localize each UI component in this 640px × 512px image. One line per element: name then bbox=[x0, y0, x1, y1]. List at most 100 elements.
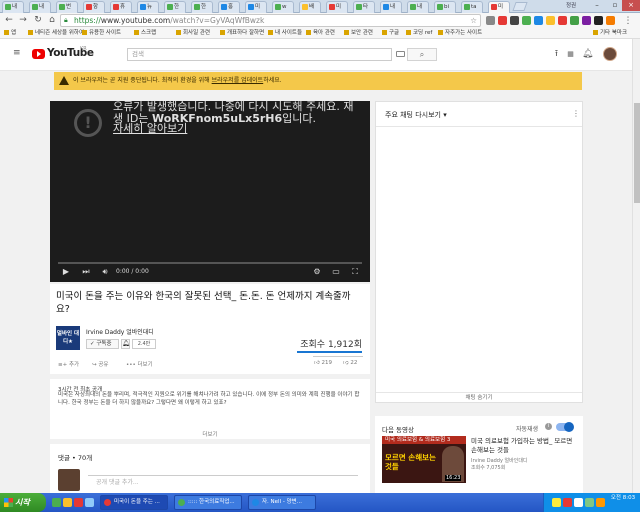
bookmark-item[interactable]: 네티즌 세상을 위하여 bbox=[28, 28, 84, 39]
quicklaunch-icon[interactable] bbox=[52, 498, 61, 507]
extension-icon[interactable] bbox=[534, 16, 543, 25]
bookmark-item[interactable]: 기타 북마크 bbox=[593, 28, 627, 39]
hide-chat-button[interactable]: 채팅 숨기기 bbox=[376, 392, 582, 403]
extension-icon[interactable] bbox=[486, 16, 495, 25]
bookmark-item[interactable]: 코딩 ref bbox=[406, 28, 432, 39]
more-actions-button[interactable]: ••• 더보기 bbox=[126, 360, 153, 368]
apps-grid-icon[interactable]: ▦ bbox=[565, 49, 576, 60]
more-vert-icon[interactable]: ⋮ bbox=[572, 109, 580, 118]
update-browser-link[interactable]: 브라우저를 업데이트 bbox=[212, 77, 264, 84]
notifications-bell-icon[interactable]: 🔔︎ bbox=[582, 49, 593, 60]
home-icon[interactable]: ⌂ bbox=[46, 14, 58, 26]
chrome-icon[interactable] bbox=[74, 498, 83, 507]
progress-bar[interactable] bbox=[58, 262, 362, 264]
bookmark-item[interactable]: 유용한 사이트 bbox=[82, 28, 121, 39]
video-player[interactable]: ! 오류가 발생했습니다. 나중에 다시 시도해 주세요. 재생 ID는 WoR… bbox=[50, 101, 370, 282]
browser-tab[interactable]: 내 bbox=[29, 1, 51, 13]
subscription-bell-icon[interactable]: 🔔︎ bbox=[121, 339, 130, 349]
comment-input[interactable]: 공개 댓글 추가... bbox=[96, 477, 139, 486]
search-input[interactable]: 검색 bbox=[127, 48, 392, 61]
reload-icon[interactable]: ↻ bbox=[32, 14, 44, 26]
bookmark-item[interactable]: 자주가는 사이트 bbox=[438, 28, 482, 39]
minimize-button[interactable]: – bbox=[588, 0, 606, 11]
bookmark-item[interactable]: 스크랩 bbox=[134, 28, 156, 39]
back-icon[interactable]: ← bbox=[3, 14, 15, 26]
browser-tab[interactable]: 미 bbox=[326, 1, 348, 13]
menu-icon[interactable]: ⋮ bbox=[622, 15, 634, 27]
channel-avatar[interactable]: 얼바인 대디★ bbox=[56, 326, 80, 350]
bookmark-item[interactable]: 보안 관련 bbox=[344, 28, 373, 39]
browser-tab[interactable]: 내 bbox=[380, 1, 402, 13]
tray-icon[interactable] bbox=[596, 498, 605, 507]
like-button[interactable]: 👍︎ 219 bbox=[314, 360, 332, 366]
channel-name[interactable]: Irvine Daddy 얼바인대디 bbox=[86, 327, 154, 336]
volume-icon[interactable]: 🔊︎ bbox=[100, 267, 110, 277]
miniplayer-icon[interactable]: ▭ bbox=[331, 267, 341, 277]
bookmark-item[interactable]: 회사일 관련 bbox=[176, 28, 210, 39]
search-button[interactable]: ⌕ bbox=[407, 48, 437, 61]
browser-tab[interactable]: 번 bbox=[56, 1, 78, 13]
browser-tab[interactable]: 타 bbox=[353, 1, 375, 13]
browser-tab[interactable]: w bbox=[272, 1, 294, 13]
next-icon[interactable]: ⏭ bbox=[81, 267, 91, 277]
chat-mode-dropdown[interactable]: 주요 채팅 다시보기 ▾ bbox=[385, 110, 447, 120]
download-icon[interactable] bbox=[594, 16, 603, 25]
bookmark-item[interactable]: 내 사이트들 bbox=[268, 28, 302, 39]
browser-tab[interactable]: bi bbox=[434, 1, 456, 13]
youtube-extension-icon[interactable] bbox=[498, 16, 507, 25]
show-more-button[interactable]: 더보기 bbox=[50, 430, 370, 438]
close-window-button[interactable]: × bbox=[622, 0, 640, 11]
add-to-playlist-button[interactable]: ≡+ 추가 bbox=[58, 360, 79, 368]
profile-label[interactable]: 정권 bbox=[566, 1, 588, 11]
up-next-title[interactable]: 미국 의료보험 가입하는 방법_ 모르면 손해보는 것들 bbox=[471, 437, 579, 455]
new-tab-button[interactable] bbox=[512, 2, 528, 11]
network-tray-icon[interactable] bbox=[585, 498, 594, 507]
star-icon[interactable]: ☆ bbox=[470, 15, 477, 26]
info-icon[interactable]: i bbox=[545, 423, 552, 430]
extension-icon[interactable] bbox=[570, 16, 579, 25]
volume-tray-icon[interactable] bbox=[574, 498, 583, 507]
user-avatar[interactable] bbox=[603, 47, 617, 61]
bookmark-item[interactable]: 구글 bbox=[382, 28, 399, 39]
tray-icon[interactable] bbox=[552, 498, 561, 507]
autoplay-toggle[interactable] bbox=[556, 422, 574, 432]
extension-icon[interactable] bbox=[522, 16, 531, 25]
extension-icon[interactable] bbox=[546, 16, 555, 25]
extension-icon[interactable] bbox=[510, 16, 519, 25]
youtube-logo-icon[interactable] bbox=[32, 49, 45, 59]
bookmark-item[interactable]: 앱 bbox=[4, 28, 16, 39]
browser-tab[interactable]: 한 bbox=[164, 1, 186, 13]
start-button[interactable]: 시작 bbox=[0, 493, 46, 512]
extension-icon[interactable] bbox=[582, 16, 591, 25]
quicklaunch-icon[interactable] bbox=[63, 498, 72, 507]
keyboard-icon[interactable] bbox=[396, 51, 405, 57]
extension-icon[interactable] bbox=[558, 16, 567, 25]
taskbar-window-button[interactable]: 미국이 돈을 주는 ... bbox=[100, 495, 168, 510]
address-bar[interactable]: 🔒︎ https://www.youtube.com/watch?v=GyVAqW… bbox=[60, 14, 481, 27]
up-next-channel[interactable]: Irvine Daddy 얼바인대디 bbox=[471, 457, 528, 464]
browser-tab[interactable]: 배 bbox=[299, 1, 321, 13]
hamburger-menu-icon[interactable]: ≡ bbox=[13, 49, 22, 58]
browser-tab[interactable]: 홍 bbox=[218, 1, 240, 13]
taskbar-window-button[interactable]: ::::: 한국의료직업... bbox=[174, 495, 242, 510]
page-scrollbar[interactable] bbox=[632, 39, 640, 493]
browser-tab[interactable]: 휴 bbox=[110, 1, 132, 13]
learn-more-link[interactable]: 자세히 알아보기 bbox=[113, 123, 187, 135]
browser-tab[interactable]: 항 bbox=[83, 1, 105, 13]
dislike-button[interactable]: 👎︎ 22 bbox=[343, 360, 357, 366]
bookmark-item[interactable]: 육아 관련 bbox=[306, 28, 335, 39]
bookmark-item[interactable]: 개표하다 잘하면 bbox=[220, 28, 264, 39]
taskbar-window-button[interactable]: 자. Nell - 양변... bbox=[248, 495, 316, 510]
settings-gear-icon[interactable]: ⚙ bbox=[312, 267, 322, 277]
browser-tab[interactable]: 내 bbox=[407, 1, 429, 13]
browser-tab[interactable]: 내 bbox=[2, 1, 24, 13]
scrollbar-thumb[interactable] bbox=[634, 103, 640, 203]
upload-icon[interactable]: ⭱ bbox=[551, 49, 562, 60]
browser-tab[interactable]: 뉴 bbox=[137, 1, 159, 13]
tray-icon[interactable] bbox=[563, 498, 572, 507]
browser-tab[interactable]: ta bbox=[461, 1, 483, 13]
taskbar-clock[interactable]: 오전 8:03 bbox=[608, 495, 638, 502]
share-button[interactable]: ↪ 공유 bbox=[92, 360, 108, 368]
quicklaunch-icon[interactable] bbox=[85, 498, 94, 507]
fullscreen-icon[interactable]: ⛶ bbox=[350, 267, 360, 277]
